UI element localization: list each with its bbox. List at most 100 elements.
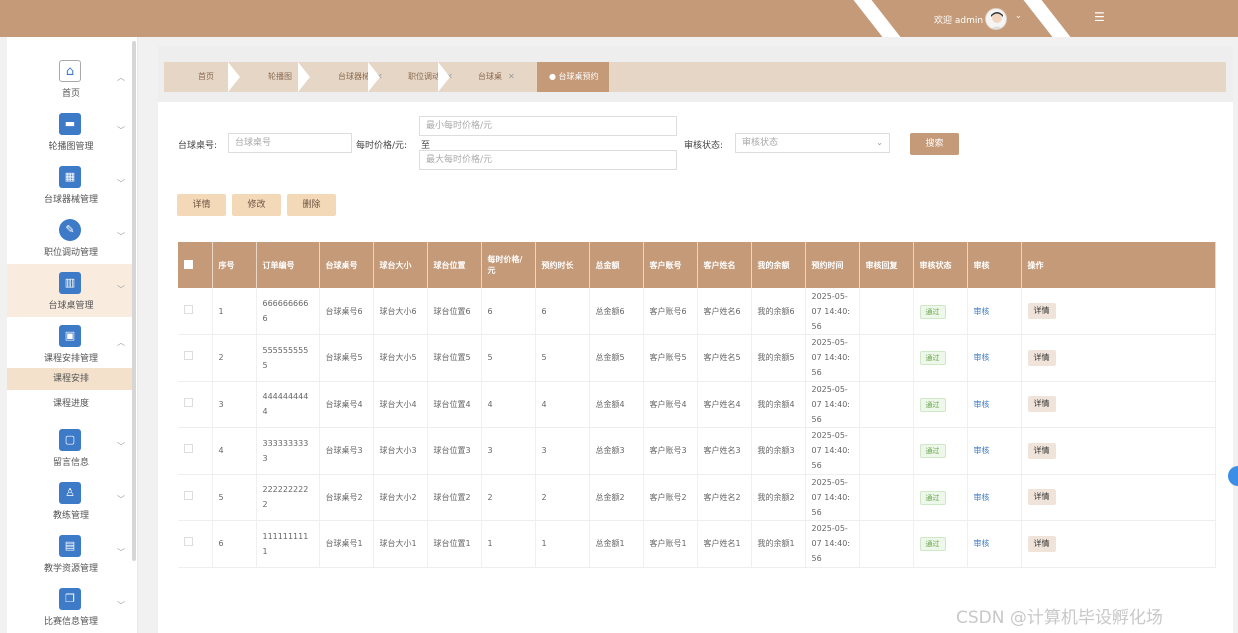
sidebar-item-resources[interactable]: ▤ 教学资源管理 ﹀ <box>7 527 135 580</box>
row-checkbox[interactable] <box>184 351 193 361</box>
row-checkbox-cell[interactable] <box>178 474 213 521</box>
review-link[interactable]: 审核 <box>974 353 990 362</box>
sidebar-subitem-course-progress[interactable]: 课程进度 <box>7 393 135 415</box>
box-icon: ▤ <box>59 535 81 557</box>
tab-table-booking[interactable]: ● 台球桌预约 <box>537 62 609 92</box>
select-all-checkbox[interactable] <box>184 259 193 269</box>
table-row[interactable]: 1 6666666666 台球桌号6 球台大小6 球台位置6 6 6 总金额6 … <box>178 288 1216 335</box>
col-header[interactable]: 台球桌号 <box>319 242 374 288</box>
sidebar-item-label: 轮播图管理 <box>48 142 94 152</box>
row-detail-button[interactable]: 详情 <box>1027 349 1056 366</box>
cell-price: 5 <box>481 334 536 382</box>
cell-no: 6 <box>212 520 257 568</box>
chevron-down-icon: ﹀ <box>117 285 125 294</box>
sidebar-item-label: 留言信息 <box>52 458 89 468</box>
chevron-down-icon: ﹀ <box>117 126 125 135</box>
edit-icon: ✎ <box>59 219 81 241</box>
menu-icon[interactable]: ☰ <box>1094 10 1105 24</box>
row-checkbox[interactable] <box>184 444 193 454</box>
status-badge: 通过 <box>919 490 946 505</box>
user-avatar[interactable] <box>985 8 1007 30</box>
tab-home[interactable]: 首页 <box>168 62 214 92</box>
col-header[interactable]: 预约时长 <box>535 242 590 288</box>
table-row[interactable]: 6 1111111111 台球桌号1 球台大小1 球台位置1 1 1 总金额1 … <box>178 520 1216 568</box>
detail-button[interactable]: 详情 <box>177 194 226 216</box>
table-row[interactable]: 4 3333333333 台球桌号3 球台大小3 球台位置3 3 3 总金额3 … <box>178 427 1216 475</box>
row-detail-button[interactable]: 详情 <box>1027 396 1056 413</box>
row-checkbox-cell[interactable] <box>178 334 213 382</box>
sidebar-subitem-course-schedule[interactable]: 课程安排 <box>7 368 135 390</box>
sidebar-item-transfer[interactable]: ✎ 职位调动管理 ﹀ <box>7 211 135 264</box>
sidebar-item-matches[interactable]: ❐ 比赛信息管理 ﹀ <box>7 580 135 633</box>
review-link[interactable]: 审核 <box>974 446 990 455</box>
tab-carousel[interactable]: 轮播图 ✕ <box>238 62 305 92</box>
row-checkbox-cell[interactable] <box>178 381 213 428</box>
sidebar: ⌂ 首页 ︿ ▬ 轮播图管理 ﹀ ▦ 台球器械管理 ﹀ ✎ 职位调动管理 ﹀ ▥… <box>7 37 138 633</box>
cell-status: 通过 <box>913 288 968 335</box>
row-checkbox[interactable] <box>184 490 193 500</box>
search-button[interactable]: 搜索 <box>910 133 959 155</box>
tab-label: 轮播图 <box>268 72 292 81</box>
sidebar-item-tables[interactable]: ▥ 台球桌管理 ﹀ <box>7 264 135 317</box>
review-link[interactable]: 审核 <box>974 307 990 316</box>
cell-duration: 6 <box>535 288 590 335</box>
price-label: 每时价格/元: <box>356 141 408 151</box>
row-checkbox[interactable] <box>184 537 193 547</box>
row-detail-button[interactable]: 详情 <box>1027 303 1056 319</box>
review-link[interactable]: 审核 <box>974 539 990 548</box>
sidebar-item-messages[interactable]: ▢ 留言信息 ﹀ <box>7 421 135 474</box>
delete-button[interactable]: 删除 <box>287 194 336 216</box>
top-bar: 欢迎 admin ⌄ ☰ <box>0 0 1238 37</box>
table-row[interactable]: 3 4444444444 台球桌号4 球台大小4 球台位置4 4 4 总金额4 … <box>178 381 1216 428</box>
chevron-up-icon: ︿ <box>117 338 125 347</box>
max-price-input[interactable] <box>419 150 677 170</box>
col-header[interactable]: 订单编号 <box>256 242 320 288</box>
col-header[interactable]: 预约时间 <box>805 242 860 288</box>
table-row[interactable]: 2 5555555555 台球桌号5 球台大小5 球台位置5 5 5 总金额5 … <box>178 334 1216 382</box>
table-row[interactable]: 5 2222222222 台球桌号2 球台大小2 球台位置2 2 2 总金额2 … <box>178 474 1216 521</box>
col-header[interactable]: 客户姓名 <box>697 242 752 288</box>
col-header[interactable]: 球台位置 <box>427 242 482 288</box>
col-header[interactable]: 审核回复 <box>859 242 914 288</box>
tab-tables[interactable]: 台球桌 ✕ <box>448 62 515 92</box>
close-icon[interactable]: ✕ <box>508 72 515 81</box>
row-checkbox-cell[interactable] <box>178 520 213 568</box>
table-no-input[interactable] <box>228 133 352 153</box>
cell-balance: 我的余额2 <box>751 474 806 521</box>
sidebar-item-home[interactable]: ⌂ 首页 ︿ <box>7 52 135 105</box>
col-header[interactable]: 审核状态 <box>913 242 968 288</box>
row-checkbox-cell[interactable] <box>178 288 213 335</box>
col-header[interactable]: 我的余额 <box>751 242 806 288</box>
row-detail-button[interactable]: 详情 <box>1027 535 1056 552</box>
row-checkbox[interactable] <box>184 304 193 314</box>
row-checkbox[interactable] <box>184 397 193 407</box>
cell-review: 审核 <box>967 334 1022 382</box>
review-link[interactable]: 审核 <box>974 493 990 502</box>
row-checkbox-cell[interactable] <box>178 427 213 475</box>
sidebar-item-coach[interactable]: ♙ 教练管理 ﹀ <box>7 474 135 527</box>
sidebar-item-equipment[interactable]: ▦ 台球器械管理 ﹀ <box>7 158 135 211</box>
status-label: 审核状态: <box>684 141 724 151</box>
min-price-input[interactable] <box>419 116 677 136</box>
col-header[interactable]: 序号 <box>212 242 257 288</box>
col-header[interactable]: 审核 <box>967 242 1022 288</box>
cell-total: 总金额3 <box>589 427 644 475</box>
col-header[interactable]: 球台大小 <box>373 242 428 288</box>
cell-position: 球台位置2 <box>427 474 482 521</box>
select-all-cell[interactable] <box>178 242 213 288</box>
cell-reply <box>859 288 914 335</box>
edit-button[interactable]: 修改 <box>232 194 281 216</box>
status-select[interactable]: 审核状态 ⌄ <box>735 133 890 153</box>
sidebar-scrollbar[interactable] <box>132 41 136 561</box>
cell-order: 5555555555 <box>256 334 320 382</box>
col-header[interactable]: 客户账号 <box>643 242 698 288</box>
col-header[interactable]: 总金额 <box>589 242 644 288</box>
chevron-down-icon[interactable]: ⌄ <box>1015 11 1022 20</box>
row-detail-button[interactable]: 详情 <box>1027 489 1056 506</box>
col-header[interactable]: 操作 <box>1021 242 1216 288</box>
review-link[interactable]: 审核 <box>974 400 990 409</box>
sidebar-item-carousel[interactable]: ▬ 轮播图管理 ﹀ <box>7 105 135 158</box>
col-header[interactable]: 每时价格/元 <box>481 242 536 288</box>
row-detail-button[interactable]: 详情 <box>1027 442 1056 459</box>
sidebar-item-course[interactable]: ▣ 课程安排管理 ︿ <box>7 317 135 370</box>
